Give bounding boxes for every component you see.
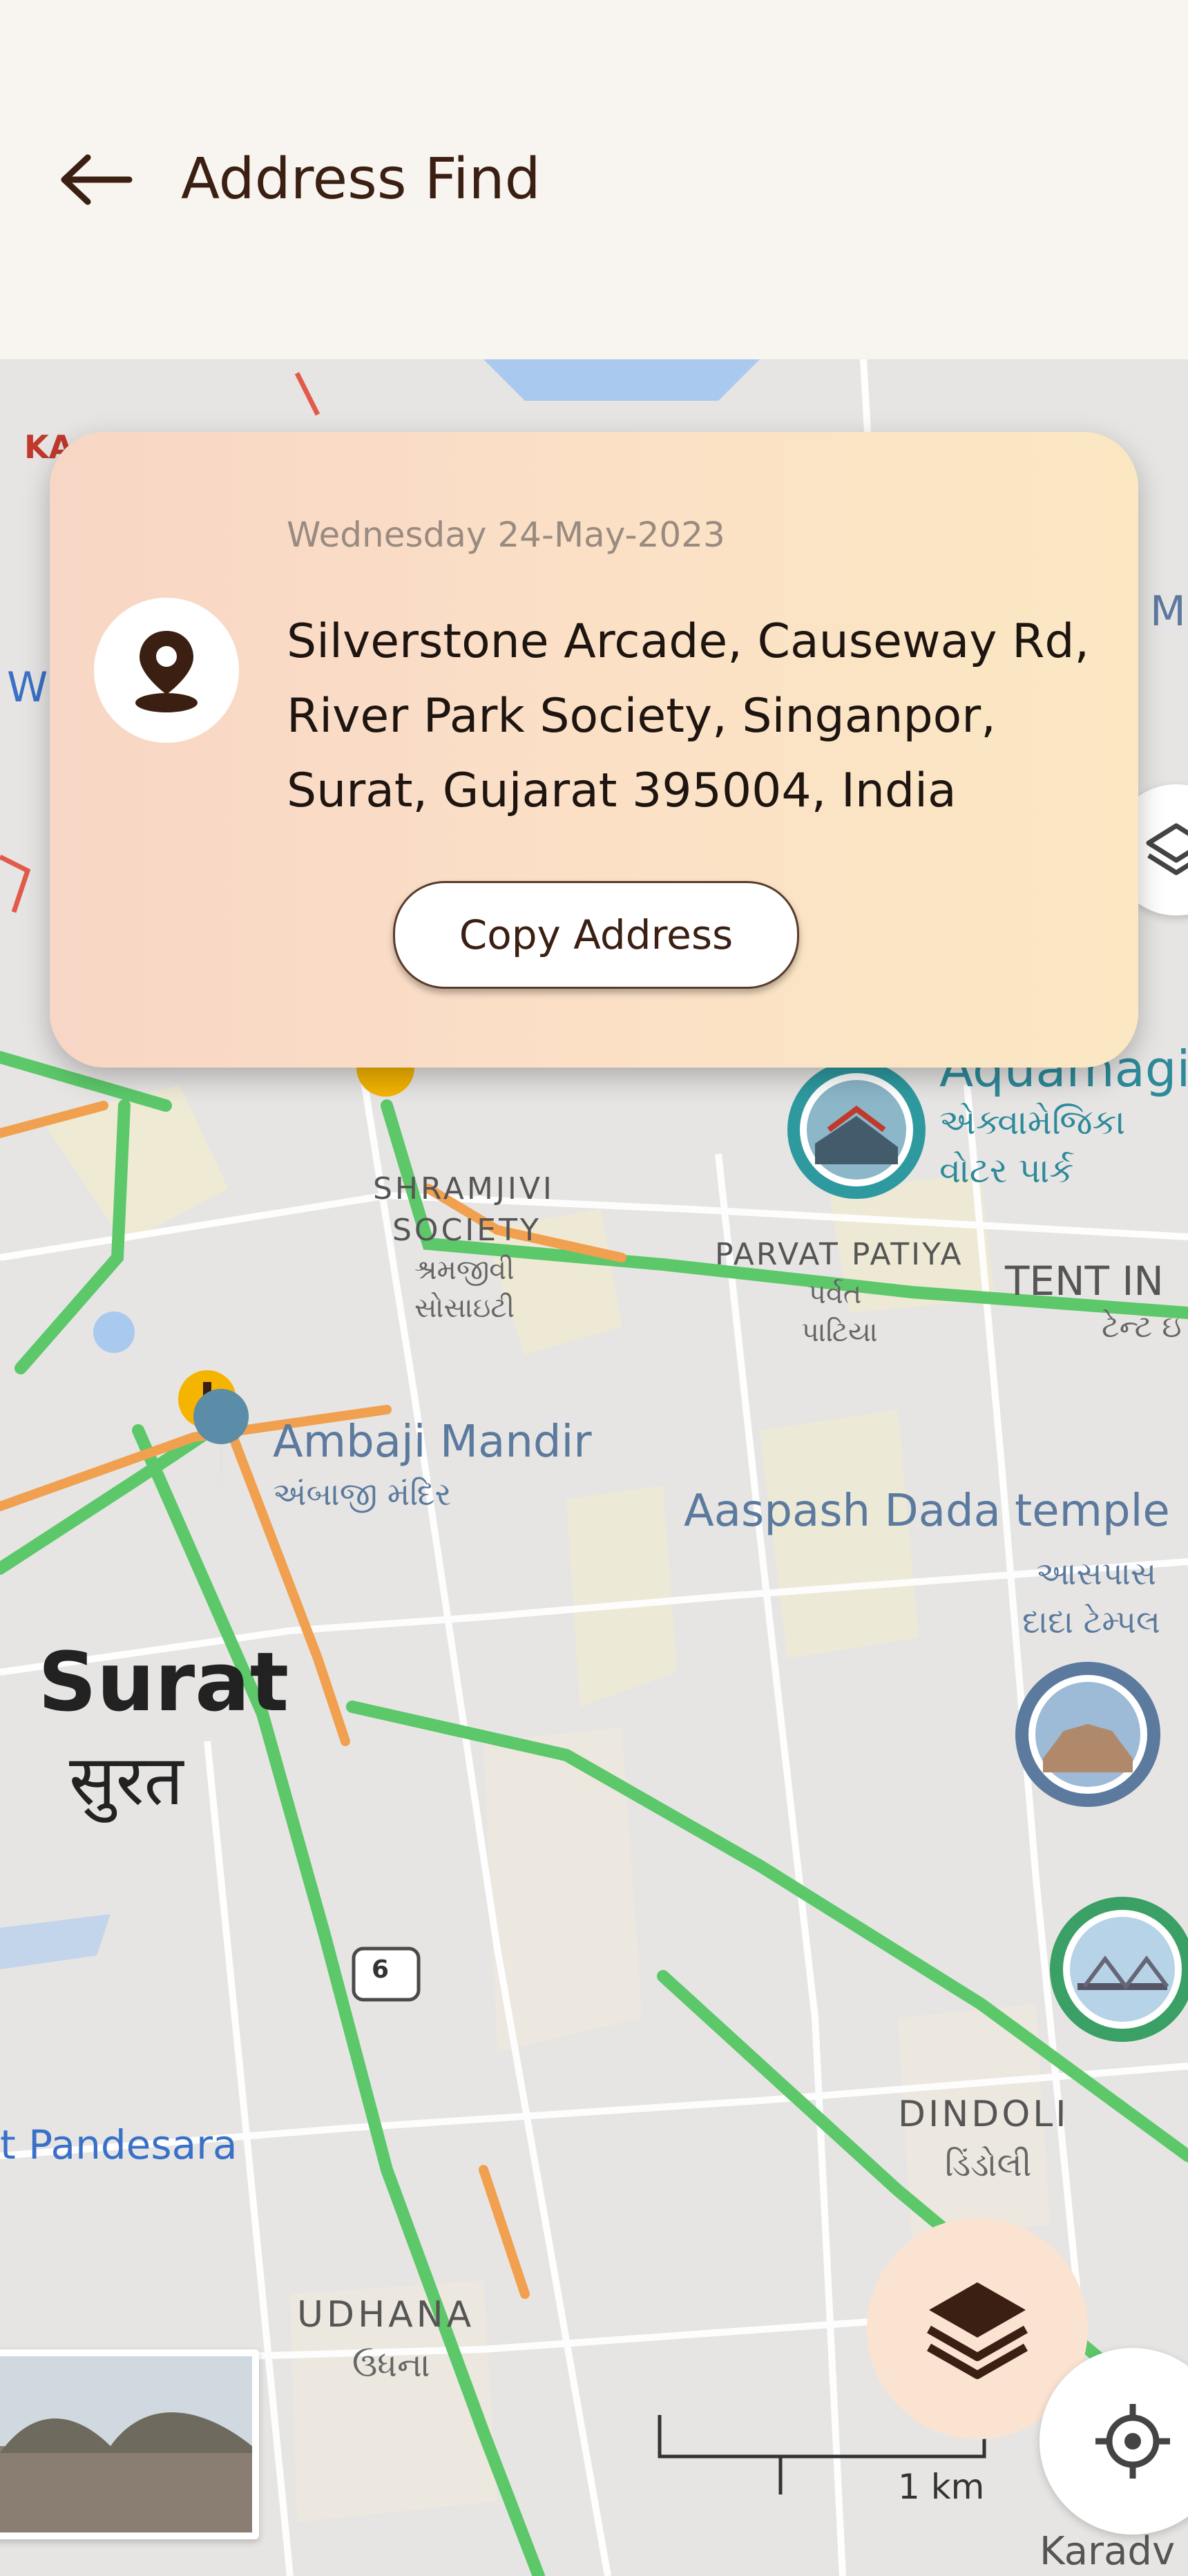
location-pin-icon	[135, 631, 198, 712]
location-pin-badge	[94, 598, 239, 743]
map-label-shramjivi-2: SOCIETY	[392, 1213, 542, 1248]
back-button[interactable]	[48, 138, 145, 221]
map-label-parvat-local-1: પર્વત	[808, 1278, 862, 1310]
map-label-w: W	[7, 663, 48, 712]
arrow-left-icon	[61, 154, 133, 205]
street-view-thumbnail[interactable]	[0, 2349, 259, 2539]
map-label-aquamagic-local-1: એક્વામેજિકા	[939, 1102, 1126, 1142]
map-label-udhana-local: ઉધના	[352, 2346, 430, 2385]
map-label-city: Surat	[38, 1634, 289, 1730]
map-label-aaspash-local-2: દાદા ટેમ્પલ	[1022, 1603, 1160, 1640]
address-text: Silverstone Arcade, Causeway Rd, River P…	[287, 605, 1102, 828]
map-label-aaspash: Aaspash Dada temple	[684, 1486, 1170, 1537]
map-label-udhana: UDHANA	[297, 2294, 475, 2336]
address-line-2: River Park Society, Singanpor,	[287, 689, 996, 744]
street-view-image-icon	[0, 2356, 252, 2532]
map-label-route-6: 6	[372, 1955, 390, 1984]
photo-icon	[1063, 1910, 1182, 2029]
map-label-city-local: सुरत	[69, 1740, 184, 1821]
map-label-dindoli: DINDOLI	[898, 2094, 1069, 2135]
address-line-3: Surat, Gujarat 395004, India	[287, 764, 957, 818]
map-label-parvat-patiya: PARVAT PATIYA	[715, 1237, 964, 1272]
map-label-shramjivi-1: SHRAMJIVI	[373, 1171, 555, 1206]
copy-address-button[interactable]: Copy Address	[393, 881, 799, 989]
map-label-tent-local: ટેન્ટ ઇ	[1102, 1309, 1182, 1345]
crosshair-locate-icon	[1095, 2404, 1170, 2479]
app-bar: Address Find	[0, 0, 1188, 359]
map-label-aquamagic-local-2: વોટર પાર્ક	[939, 1150, 1074, 1191]
map-label-pandesara: t Pandesara	[0, 2121, 238, 2168]
map-scale-label: 1 km	[898, 2467, 985, 2507]
map-label-aaspash-local-1: આસપાસ	[1036, 1555, 1157, 1592]
photo-icon	[1028, 1675, 1147, 1794]
map-label-shramjivi-local-2: સોસાઇટી	[414, 1292, 515, 1324]
layers-icon	[1146, 823, 1188, 875]
map-label-parvat-local-2: પાટિયા	[801, 1316, 878, 1348]
address-card: Wednesday 24-May-2023 Silverstone Arcade…	[50, 432, 1138, 1068]
map-label-tent: TENT IN	[1005, 1258, 1164, 1305]
poi-photo-aquamagic[interactable]	[787, 1061, 926, 1199]
photo-icon	[800, 1073, 913, 1186]
map-label-ambaji-local: અંબાજી મંદિર	[273, 1475, 452, 1513]
map-label-dindoli-local: ડિંડોલી	[945, 2146, 1032, 2184]
address-line-1: Silverstone Arcade, Causeway Rd,	[287, 614, 1090, 669]
page-title: Address Find	[181, 146, 541, 212]
map-label-ambaji: Ambaji Mandir	[273, 1417, 592, 1468]
date-label: Wednesday 24-May-2023	[287, 515, 725, 555]
poi-photo-aaspash[interactable]	[1015, 1662, 1160, 1807]
layers-icon	[927, 2282, 1028, 2379]
map-label-shramjivi-local-1: શ્રમજીવી	[414, 1254, 515, 1286]
map-label-m: M	[1150, 587, 1186, 636]
poi-photo-bridge[interactable]	[1050, 1897, 1188, 2042]
map-label-karadva: Karadv	[1040, 2529, 1176, 2574]
